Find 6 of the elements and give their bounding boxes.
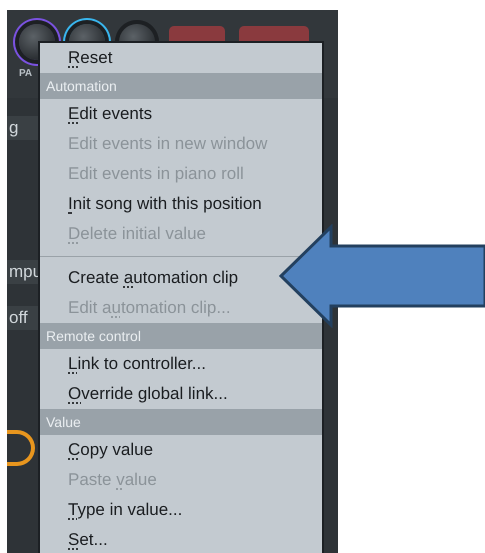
menu-section-header: Remote control bbox=[40, 323, 322, 349]
panel-label: g bbox=[7, 116, 38, 140]
menu-section-header: Value bbox=[40, 409, 322, 435]
knob-label: PA bbox=[19, 68, 32, 79]
menu-section-header: Automation bbox=[40, 73, 322, 99]
panel-label: off bbox=[7, 306, 38, 330]
